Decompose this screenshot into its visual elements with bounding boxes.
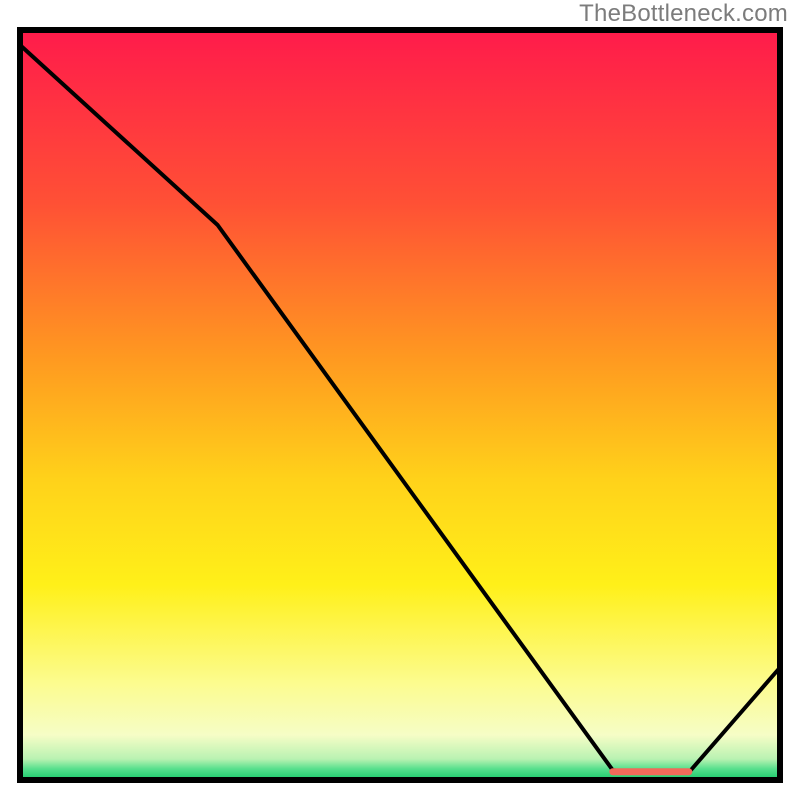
plot-background bbox=[20, 30, 780, 780]
chart-container: TheBottleneck.com bbox=[0, 0, 800, 800]
chart-svg bbox=[0, 0, 800, 800]
